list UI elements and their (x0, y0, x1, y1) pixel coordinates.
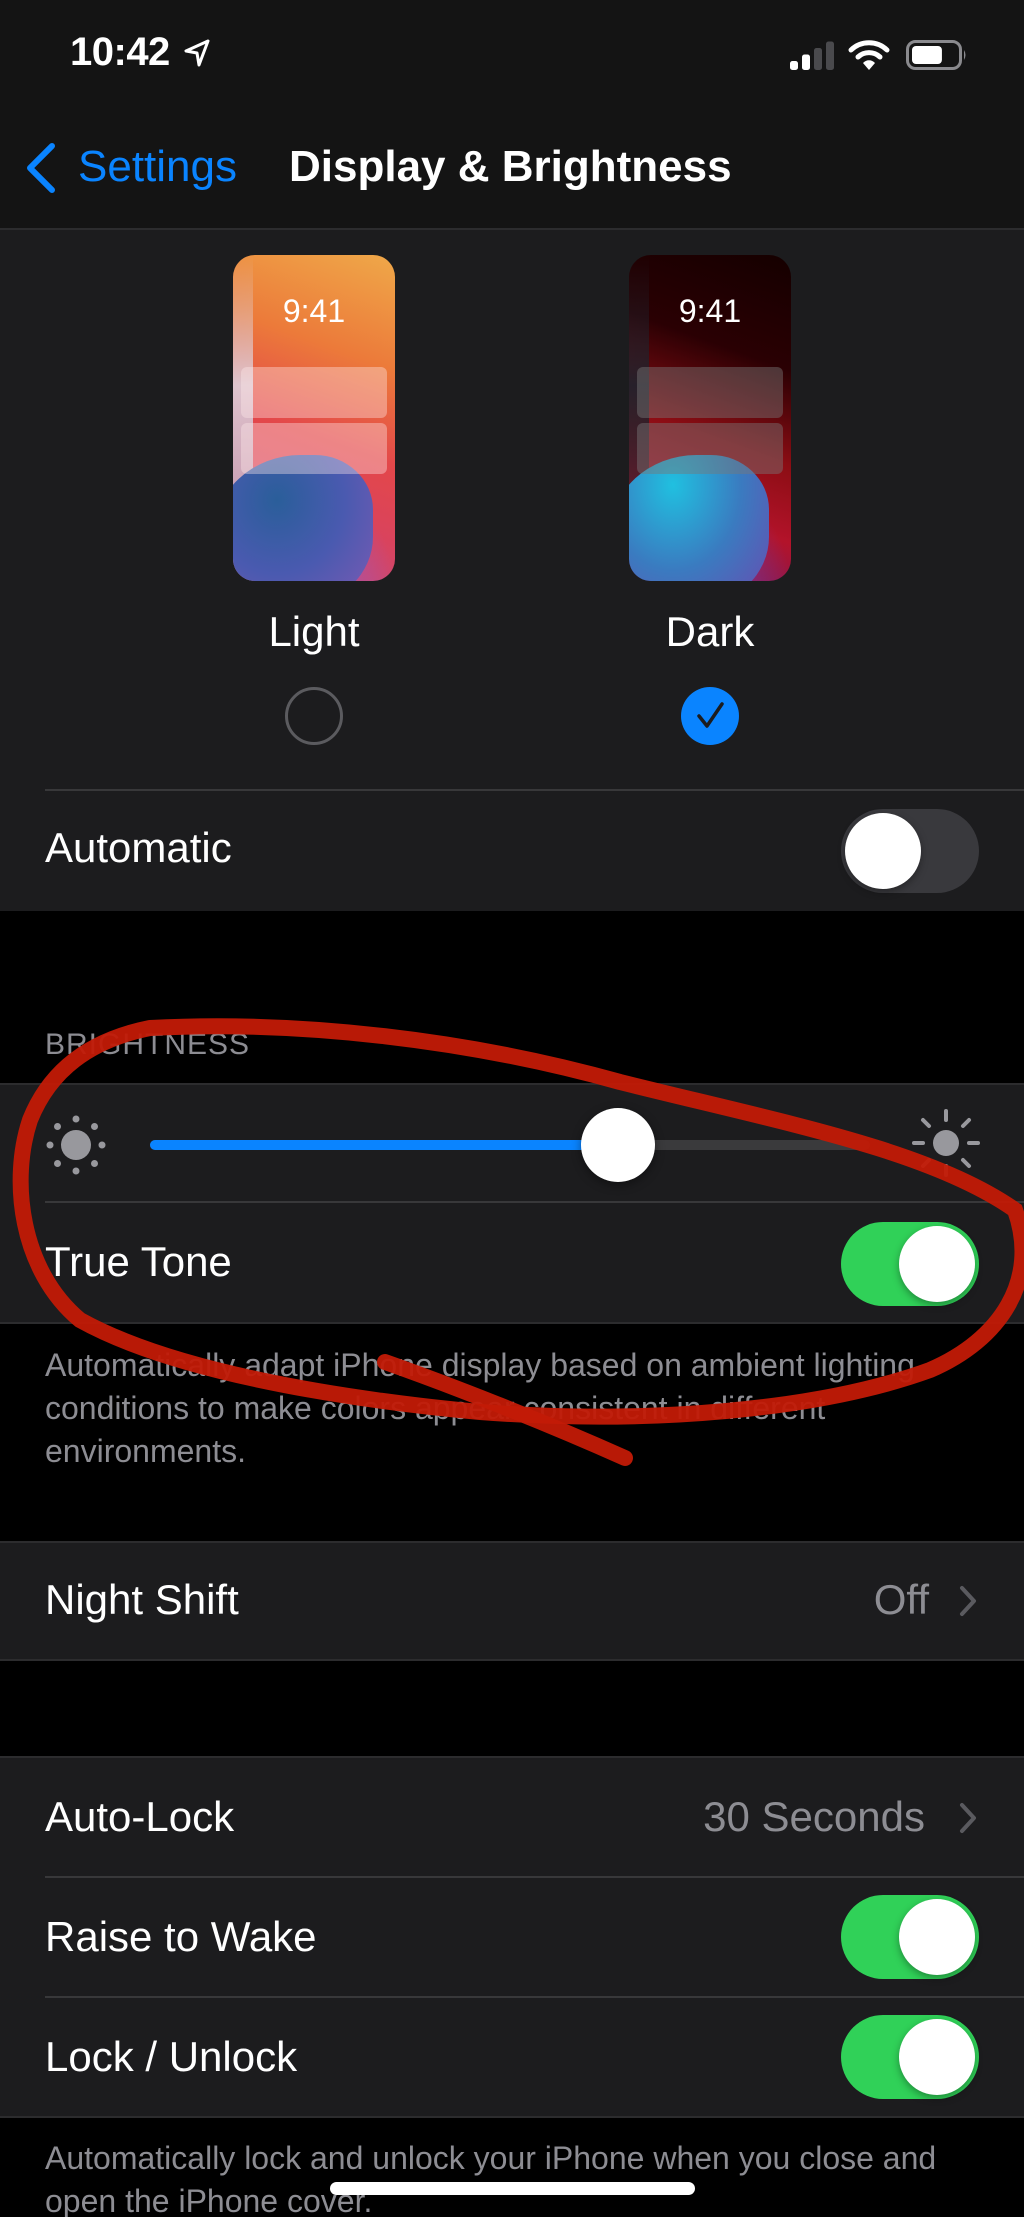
preview-notification (637, 423, 783, 474)
chevron-left-icon (27, 143, 55, 193)
dark-mode-label: Dark (665, 608, 755, 655)
preview-notification (637, 367, 783, 418)
brightness-slider[interactable] (150, 1140, 870, 1150)
battery-icon (906, 40, 966, 70)
lock-unlock-toggle[interactable] (841, 2015, 979, 2099)
dark-mode-preview[interactable]: 9:41 (629, 255, 791, 581)
auto-lock-value: 30 Seconds (703, 1793, 925, 1840)
preview-time: 9:41 (282, 293, 346, 329)
divider (45, 1996, 1024, 1998)
true-tone-toggle[interactable] (841, 1222, 979, 1306)
chevron-right-icon (960, 1586, 976, 1616)
lock-unlock-footnote: Automatically lock and unlock your iPhon… (45, 2140, 937, 2217)
true-tone-footnote: Automatically adapt iPhone display based… (45, 1347, 915, 1469)
back-button[interactable]: Settings (15, 130, 255, 206)
lock-unlock-label: Lock / Unlock (45, 2033, 298, 2080)
home-indicator[interactable] (330, 2182, 695, 2195)
dark-mode-radio[interactable] (681, 687, 739, 745)
true-tone-label: True Tone (45, 1238, 232, 1285)
signal-bar (814, 48, 822, 70)
automatic-label: Automatic (45, 824, 232, 871)
sun-dim-icon (46, 1115, 106, 1175)
preview-time: 9:41 (678, 293, 742, 329)
divider (45, 1201, 1024, 1203)
signal-bar (826, 41, 834, 70)
signal-bar (790, 61, 798, 70)
light-mode-label: Light (268, 608, 360, 655)
divider (45, 789, 1024, 791)
signal-bar (802, 54, 810, 70)
chevron-right-icon (960, 1803, 976, 1833)
sun-bright-icon (912, 1109, 980, 1177)
slider-fill (150, 1140, 618, 1150)
page-title: Display & Brightness (289, 142, 732, 191)
appearance-section: 9:41 9:41 Light Dark Automatic (0, 230, 1024, 911)
night-shift-value: Off (873, 1576, 929, 1623)
toggle-knob (845, 813, 921, 889)
back-label: Settings (78, 142, 237, 191)
status-time: 10:42 (70, 30, 170, 74)
preview-notification (241, 367, 387, 418)
wifi-icon (848, 40, 890, 70)
toggle-knob (899, 1899, 975, 1975)
raise-to-wake-toggle[interactable] (841, 1895, 979, 1979)
location-arrow-icon (184, 39, 210, 67)
preview-notification (241, 423, 387, 474)
light-mode-preview[interactable]: 9:41 (233, 255, 395, 581)
auto-lock-label: Auto-Lock (45, 1793, 235, 1840)
night-shift-label: Night Shift (45, 1576, 239, 1623)
brightness-slider-thumb[interactable] (581, 1108, 655, 1182)
toggle-knob (899, 2019, 975, 2095)
divider (45, 1876, 1024, 1878)
raise-to-wake-label: Raise to Wake (45, 1913, 317, 1960)
checkmark-icon (697, 702, 724, 728)
automatic-toggle[interactable] (841, 809, 979, 893)
cellular-signal-icon (790, 41, 834, 70)
brightness-section-header: BRIGHTNESS (45, 1028, 251, 1061)
light-mode-radio[interactable] (285, 687, 343, 745)
toggle-knob (899, 1226, 975, 1302)
